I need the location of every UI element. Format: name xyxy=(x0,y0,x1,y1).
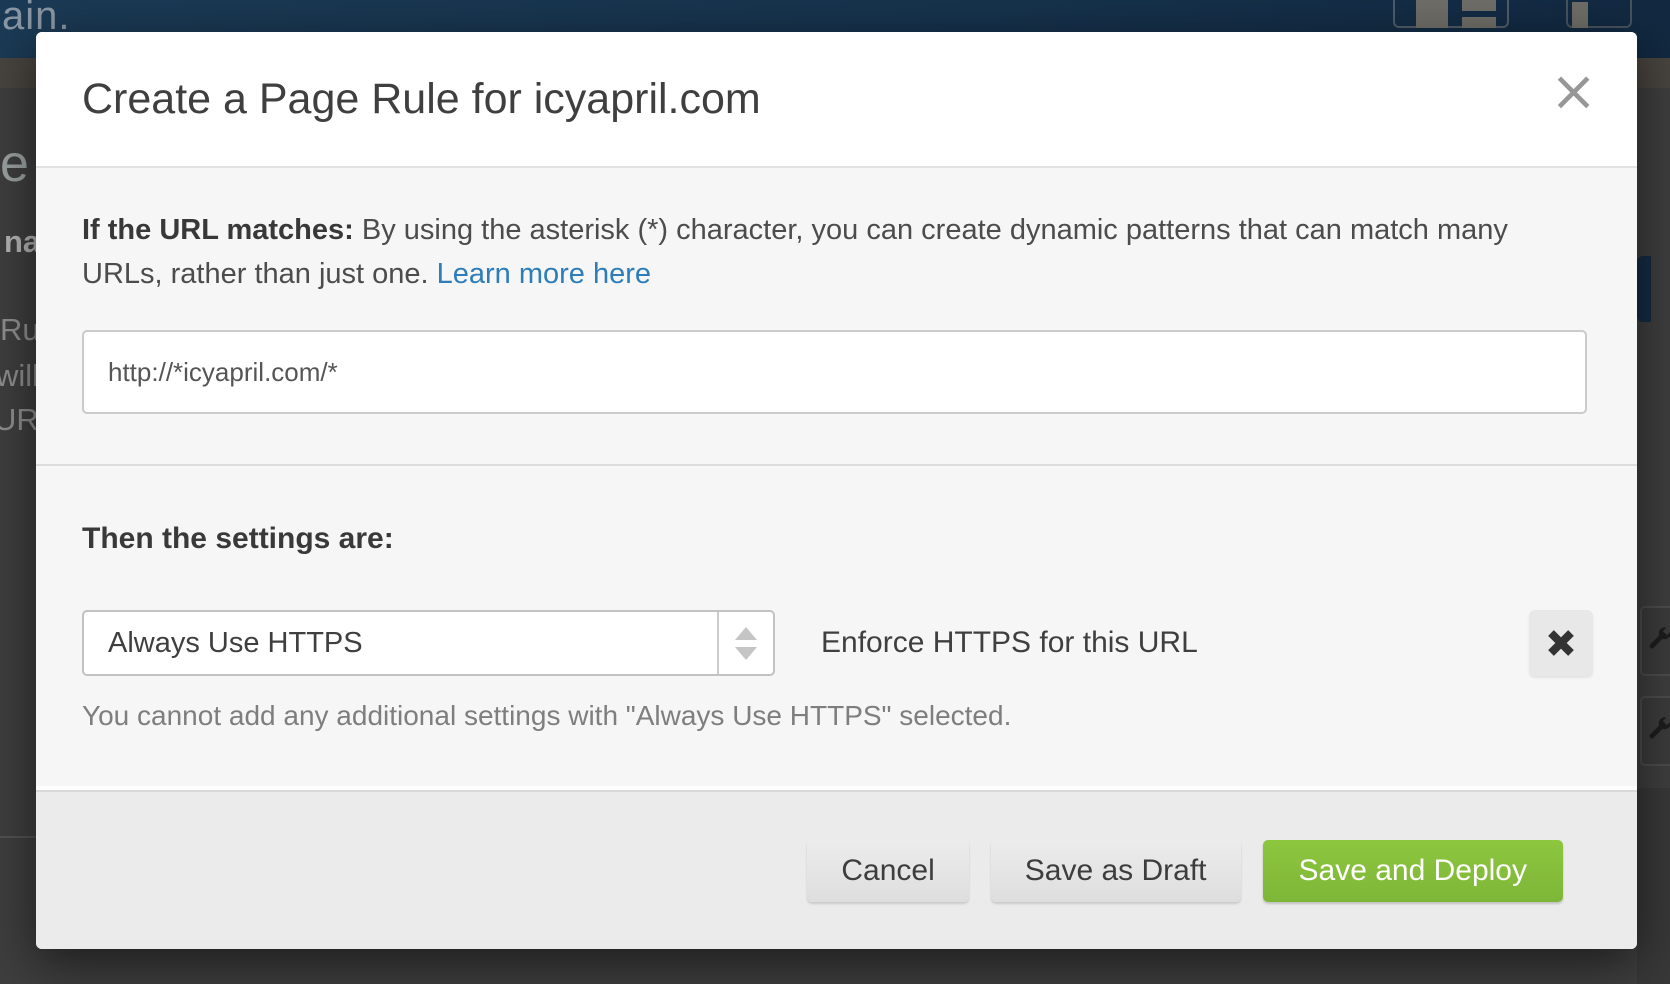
chevron-down-icon xyxy=(735,647,757,660)
background-text-fragment: UR xyxy=(0,402,39,438)
wrench-icon xyxy=(1647,625,1670,651)
background-text-fragment: will xyxy=(0,358,39,394)
url-match-section: If the URL matches: By using the asteris… xyxy=(36,168,1637,464)
close-icon[interactable]: × xyxy=(1550,64,1597,120)
url-match-label: If the URL matches: xyxy=(82,214,354,246)
url-match-description: If the URL matches: By using the asteris… xyxy=(82,208,1587,296)
setting-description: Enforce HTTPS for this URL xyxy=(821,626,1198,660)
screen: ain. e nav Ru will UR C xyxy=(0,0,1670,984)
remove-setting-button[interactable] xyxy=(1529,610,1593,676)
modal-footer: Cancel Save as Draft Save and Deploy xyxy=(36,790,1637,949)
cancel-button[interactable]: Cancel xyxy=(807,840,968,902)
background-text-fragment: Ru xyxy=(0,312,40,348)
select-stepper[interactable] xyxy=(717,612,773,674)
setting-note: You cannot add any additional settings w… xyxy=(82,700,1593,732)
grid-view-icon xyxy=(1416,0,1448,28)
settings-section: Then the settings are: Always Use HTTPS … xyxy=(36,464,1637,786)
modal-header: Create a Page Rule for icyapril.com × xyxy=(36,32,1637,168)
remove-x-icon xyxy=(1545,627,1577,659)
create-page-rule-modal: Create a Page Rule for icyapril.com × If… xyxy=(36,32,1637,949)
wrench-icon xyxy=(1647,715,1670,741)
setting-select[interactable]: Always Use HTTPS xyxy=(82,610,775,676)
settings-heading: Then the settings are: xyxy=(82,522,1593,556)
save-and-deploy-button[interactable]: Save and Deploy xyxy=(1263,840,1564,902)
list-view-icon xyxy=(1462,0,1496,11)
url-pattern-input[interactable] xyxy=(82,330,1587,414)
setting-select-value: Always Use HTTPS xyxy=(84,627,717,660)
background-edit-button xyxy=(1640,606,1670,676)
background-divider xyxy=(0,836,36,838)
background-header-widget-icon xyxy=(1572,2,1588,28)
setting-row: Always Use HTTPS Enforce HTTPS for this … xyxy=(82,610,1593,676)
background-blue-button-fragment xyxy=(1637,256,1651,322)
list-view-icon xyxy=(1462,17,1496,28)
chevron-up-icon xyxy=(735,627,757,640)
save-as-draft-button[interactable]: Save as Draft xyxy=(991,840,1241,902)
background-footer-band xyxy=(1637,788,1670,984)
background-text-fragment: e xyxy=(0,134,29,194)
modal-title: Create a Page Rule for icyapril.com xyxy=(82,75,761,124)
background-edit-button xyxy=(1640,696,1670,766)
learn-more-link[interactable]: Learn more here xyxy=(437,258,651,290)
